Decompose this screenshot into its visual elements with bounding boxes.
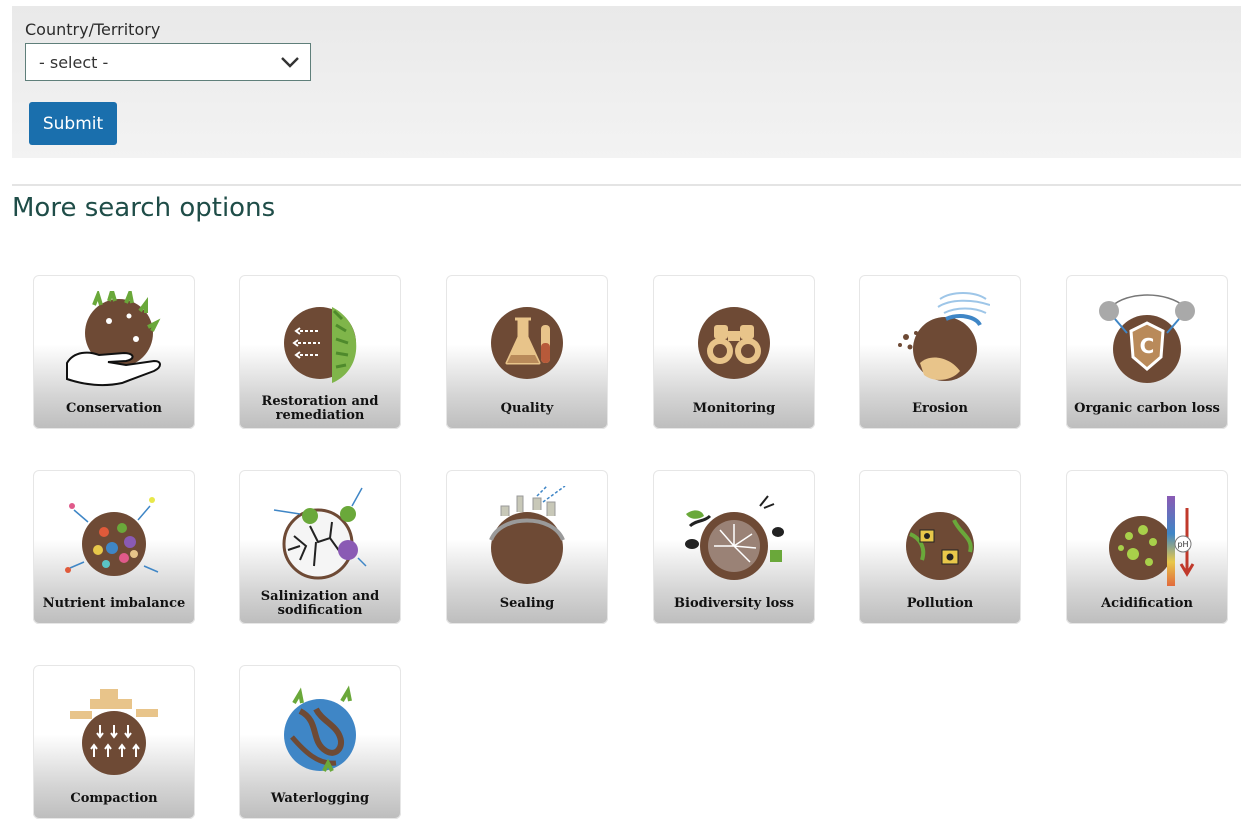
tile-acidification[interactable]: pH Acidification: [1066, 470, 1228, 624]
acidification-icon: pH: [1109, 496, 1195, 586]
country-select-value: - select -: [39, 53, 109, 72]
restoration-icon: [284, 307, 357, 383]
country-select[interactable]: - select -: [25, 43, 311, 81]
salinization-icon: [273, 487, 367, 580]
tile-waterlogging[interactable]: Waterlogging: [239, 665, 401, 819]
nutrient-icon: [65, 497, 159, 576]
waterlogging-icon: [284, 685, 356, 772]
tile-organic-carbon[interactable]: C Organic carbon loss: [1066, 275, 1228, 429]
tile-label: Biodiversity loss: [674, 596, 794, 611]
compaction-icon: [70, 689, 158, 775]
tile-label: Conservation: [66, 401, 162, 416]
filter-panel: Country/Territory - select - Submit: [12, 6, 1241, 158]
tile-label: Quality: [500, 401, 554, 416]
biodiversity-icon: [685, 495, 784, 580]
submit-button[interactable]: Submit: [29, 102, 117, 145]
conservation-icon: [66, 291, 161, 387]
tile-erosion[interactable]: Erosion: [859, 275, 1021, 429]
tile-nutrient[interactable]: Nutrient imbalance: [33, 470, 195, 624]
erosion-icon: [898, 292, 990, 381]
tile-restoration[interactable]: Restoration and remediation: [239, 275, 401, 429]
tile-pollution[interactable]: Pollution: [859, 470, 1021, 624]
pollution-icon: [906, 512, 974, 580]
country-label: Country/Territory: [25, 20, 161, 39]
tile-compaction[interactable]: Compaction: [33, 665, 195, 819]
section-divider: [12, 184, 1241, 186]
sealing-icon: [489, 486, 566, 584]
tile-label: Sealing: [499, 596, 555, 611]
svg-text:pH: pH: [1177, 540, 1188, 549]
tile-label: Pollution: [906, 596, 974, 611]
tile-label: Waterlogging: [270, 791, 370, 806]
quality-icon: [491, 307, 563, 379]
tile-label: Organic carbon loss: [1074, 401, 1220, 416]
tile-label: Monitoring: [692, 401, 776, 416]
svg-text:C: C: [1140, 334, 1155, 358]
tile-quality[interactable]: Quality: [446, 275, 608, 429]
chevron-down-icon: [281, 57, 299, 68]
tile-label: Acidification: [1101, 596, 1193, 611]
tile-salinization[interactable]: Salinization and sodification: [239, 470, 401, 624]
tile-label: Restoration and remediation: [261, 394, 379, 423]
tile-monitoring[interactable]: Monitoring: [653, 275, 815, 429]
organic-carbon-icon: C: [1099, 294, 1195, 383]
tile-label: Compaction: [70, 791, 158, 806]
tile-label: Salinization and sodification: [260, 589, 380, 618]
tile-biodiversity[interactable]: Biodiversity loss: [653, 470, 815, 624]
tile-label: Nutrient imbalance: [42, 596, 186, 611]
tile-conservation[interactable]: Conservation: [33, 275, 195, 429]
tile-label: Erosion: [912, 401, 968, 416]
tile-sealing[interactable]: Sealing: [446, 470, 608, 624]
section-title: More search options: [12, 193, 276, 223]
monitoring-icon: [698, 307, 770, 379]
